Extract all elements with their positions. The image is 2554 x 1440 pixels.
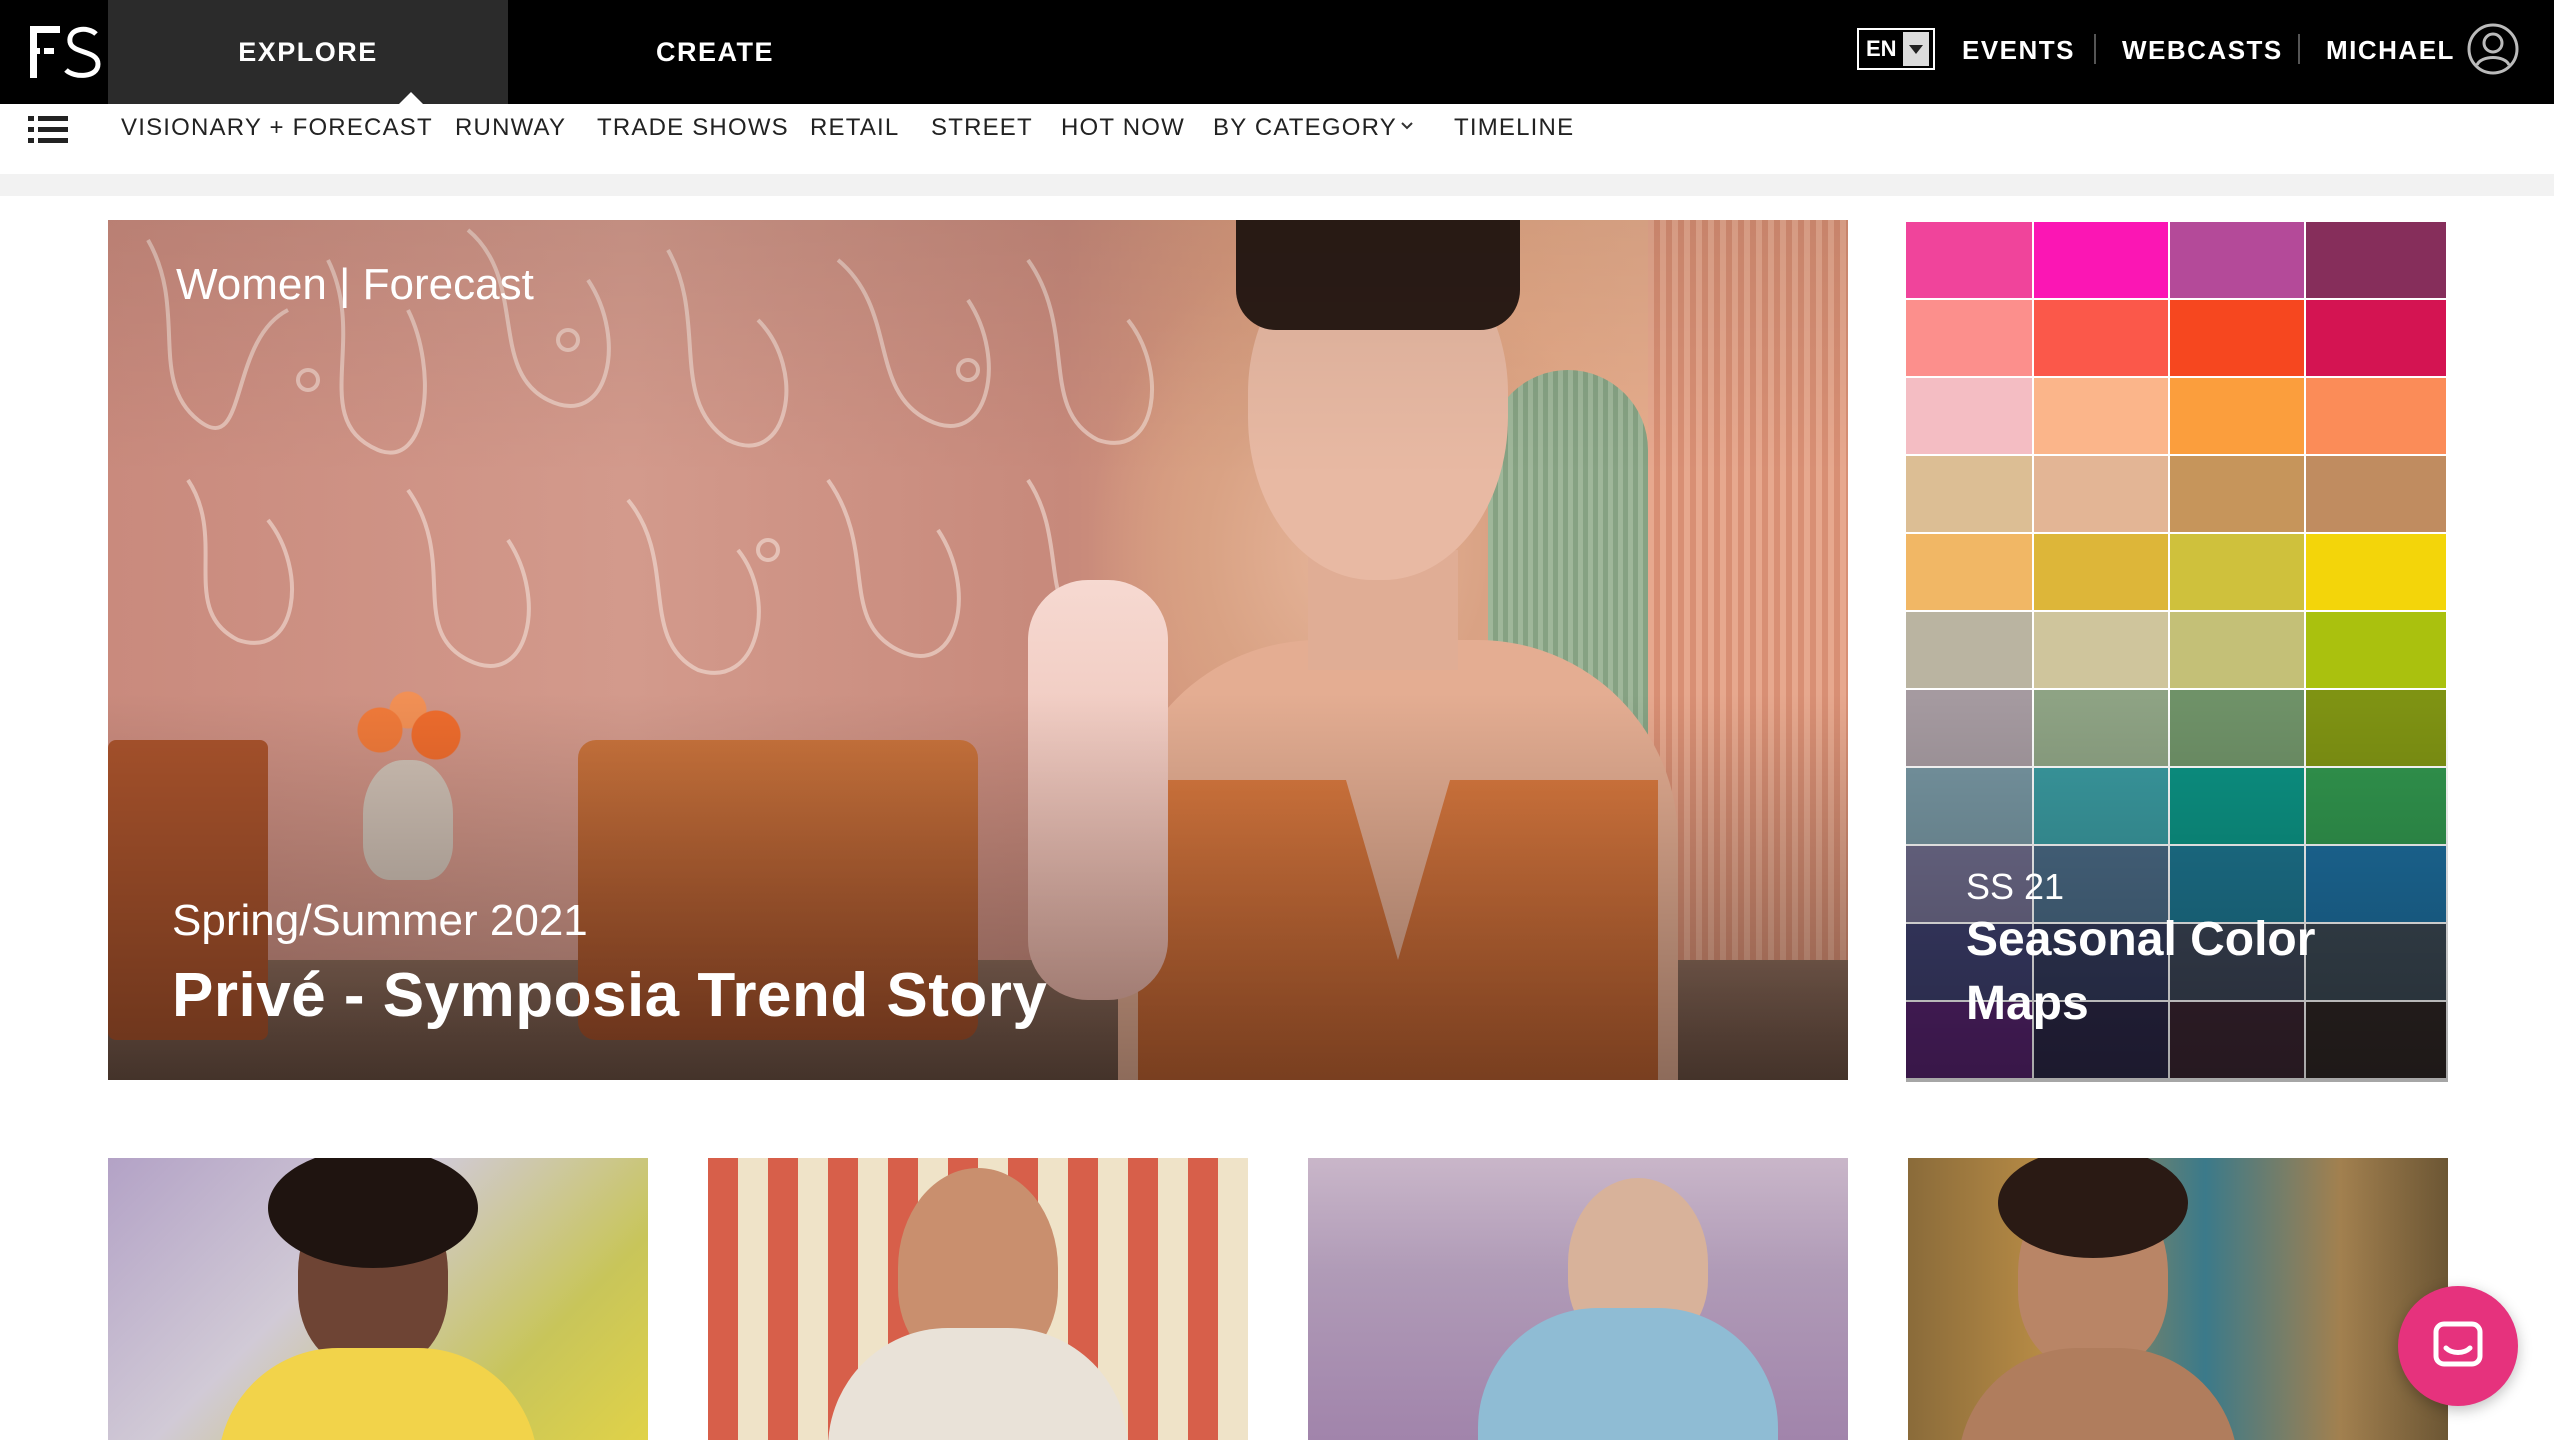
chevron-down-icon[interactable] bbox=[1399, 118, 1415, 134]
subnav-label: TRADE SHOWS bbox=[597, 114, 789, 141]
subnav-timeline[interactable]: TIMELINE bbox=[1454, 104, 1574, 152]
trend-card-3[interactable] bbox=[1308, 1158, 1848, 1440]
subnav-label: HOT NOW bbox=[1061, 114, 1185, 141]
seasonal-color-maps-card[interactable]: SS 21 Seasonal Color Maps bbox=[1906, 222, 2448, 1082]
subnav-label: BY CATEGORY bbox=[1213, 114, 1397, 141]
dropdown-arrow-icon bbox=[1903, 32, 1929, 66]
subnav-retail[interactable]: RETAIL bbox=[810, 104, 899, 152]
webcasts-label: WEBCASTS bbox=[2122, 34, 2283, 65]
menu-list-icon[interactable] bbox=[28, 112, 70, 148]
hero-category-label: Women | Forecast bbox=[176, 260, 534, 309]
subnav-label: TIMELINE bbox=[1454, 114, 1575, 141]
subnav-street[interactable]: STREET bbox=[931, 104, 1033, 152]
subnav-hot-now[interactable]: HOT NOW bbox=[1061, 104, 1185, 152]
divider bbox=[2094, 34, 2096, 64]
trend-card-4[interactable] bbox=[1908, 1158, 2448, 1440]
trend-card-2[interactable] bbox=[708, 1158, 1248, 1440]
language-selector[interactable]: EN bbox=[1857, 28, 1935, 70]
webcasts-link[interactable]: WEBCASTS bbox=[2122, 0, 2283, 100]
events-link[interactable]: EVENTS bbox=[1962, 0, 2075, 100]
events-label: EVENTS bbox=[1962, 34, 2076, 65]
patterned-hoodie bbox=[828, 1328, 1128, 1440]
card-title: Seasonal Color Maps bbox=[1966, 913, 2316, 1030]
subnav-runway[interactable]: RUNWAY bbox=[455, 104, 566, 152]
nav-explore-label: EXPLORE bbox=[238, 36, 378, 67]
username-label: MICHAEL bbox=[2326, 34, 2455, 65]
chat-icon bbox=[2433, 1321, 2483, 1367]
trend-card-1[interactable] bbox=[108, 1158, 648, 1440]
top-navigation-bar: EXPLORE CREATE EN EVENTS WEBCASTS MICHAE… bbox=[0, 0, 2554, 105]
hero-season-label: Spring/Summer 2021 bbox=[172, 896, 588, 945]
nav-explore[interactable]: EXPLORE bbox=[108, 0, 508, 105]
language-value: EN bbox=[1866, 36, 1897, 61]
hero-gradient-overlay bbox=[108, 220, 1848, 1080]
subnav-by-category[interactable]: BY CATEGORY bbox=[1213, 104, 1397, 152]
user-avatar-icon[interactable] bbox=[2466, 22, 2520, 76]
floral-blouse bbox=[218, 1348, 538, 1440]
model-shoulders bbox=[1958, 1348, 2238, 1440]
user-menu-link[interactable]: MICHAEL bbox=[2326, 0, 2455, 100]
blue-top bbox=[1478, 1308, 1778, 1440]
divider bbox=[2298, 34, 2300, 64]
subnav-label: STREET bbox=[931, 114, 1033, 141]
subnav-label: VISIONARY + FORECAST bbox=[121, 114, 433, 141]
chat-launcher-button[interactable] bbox=[2398, 1286, 2518, 1406]
subnav-trade-shows[interactable]: TRADE SHOWS bbox=[597, 104, 789, 152]
nav-create[interactable]: CREATE bbox=[560, 0, 870, 104]
fs-logo-icon bbox=[30, 26, 101, 78]
hero-title: Privé - Symposia Trend Story bbox=[172, 961, 1048, 1030]
nav-create-label: CREATE bbox=[655, 36, 774, 67]
subnav-divider bbox=[0, 174, 2554, 196]
subnav-label: RUNWAY bbox=[455, 114, 567, 141]
subnav-label: RETAIL bbox=[810, 114, 900, 141]
hero-feature-card[interactable]: Women | Forecast Spring/Summer 2021 Priv… bbox=[108, 220, 1848, 1080]
fs-logo[interactable] bbox=[26, 20, 106, 84]
card-season-label: SS 21 bbox=[1966, 866, 2065, 907]
subnav-visionary-forecast[interactable]: VISIONARY + FORECAST bbox=[121, 104, 433, 152]
